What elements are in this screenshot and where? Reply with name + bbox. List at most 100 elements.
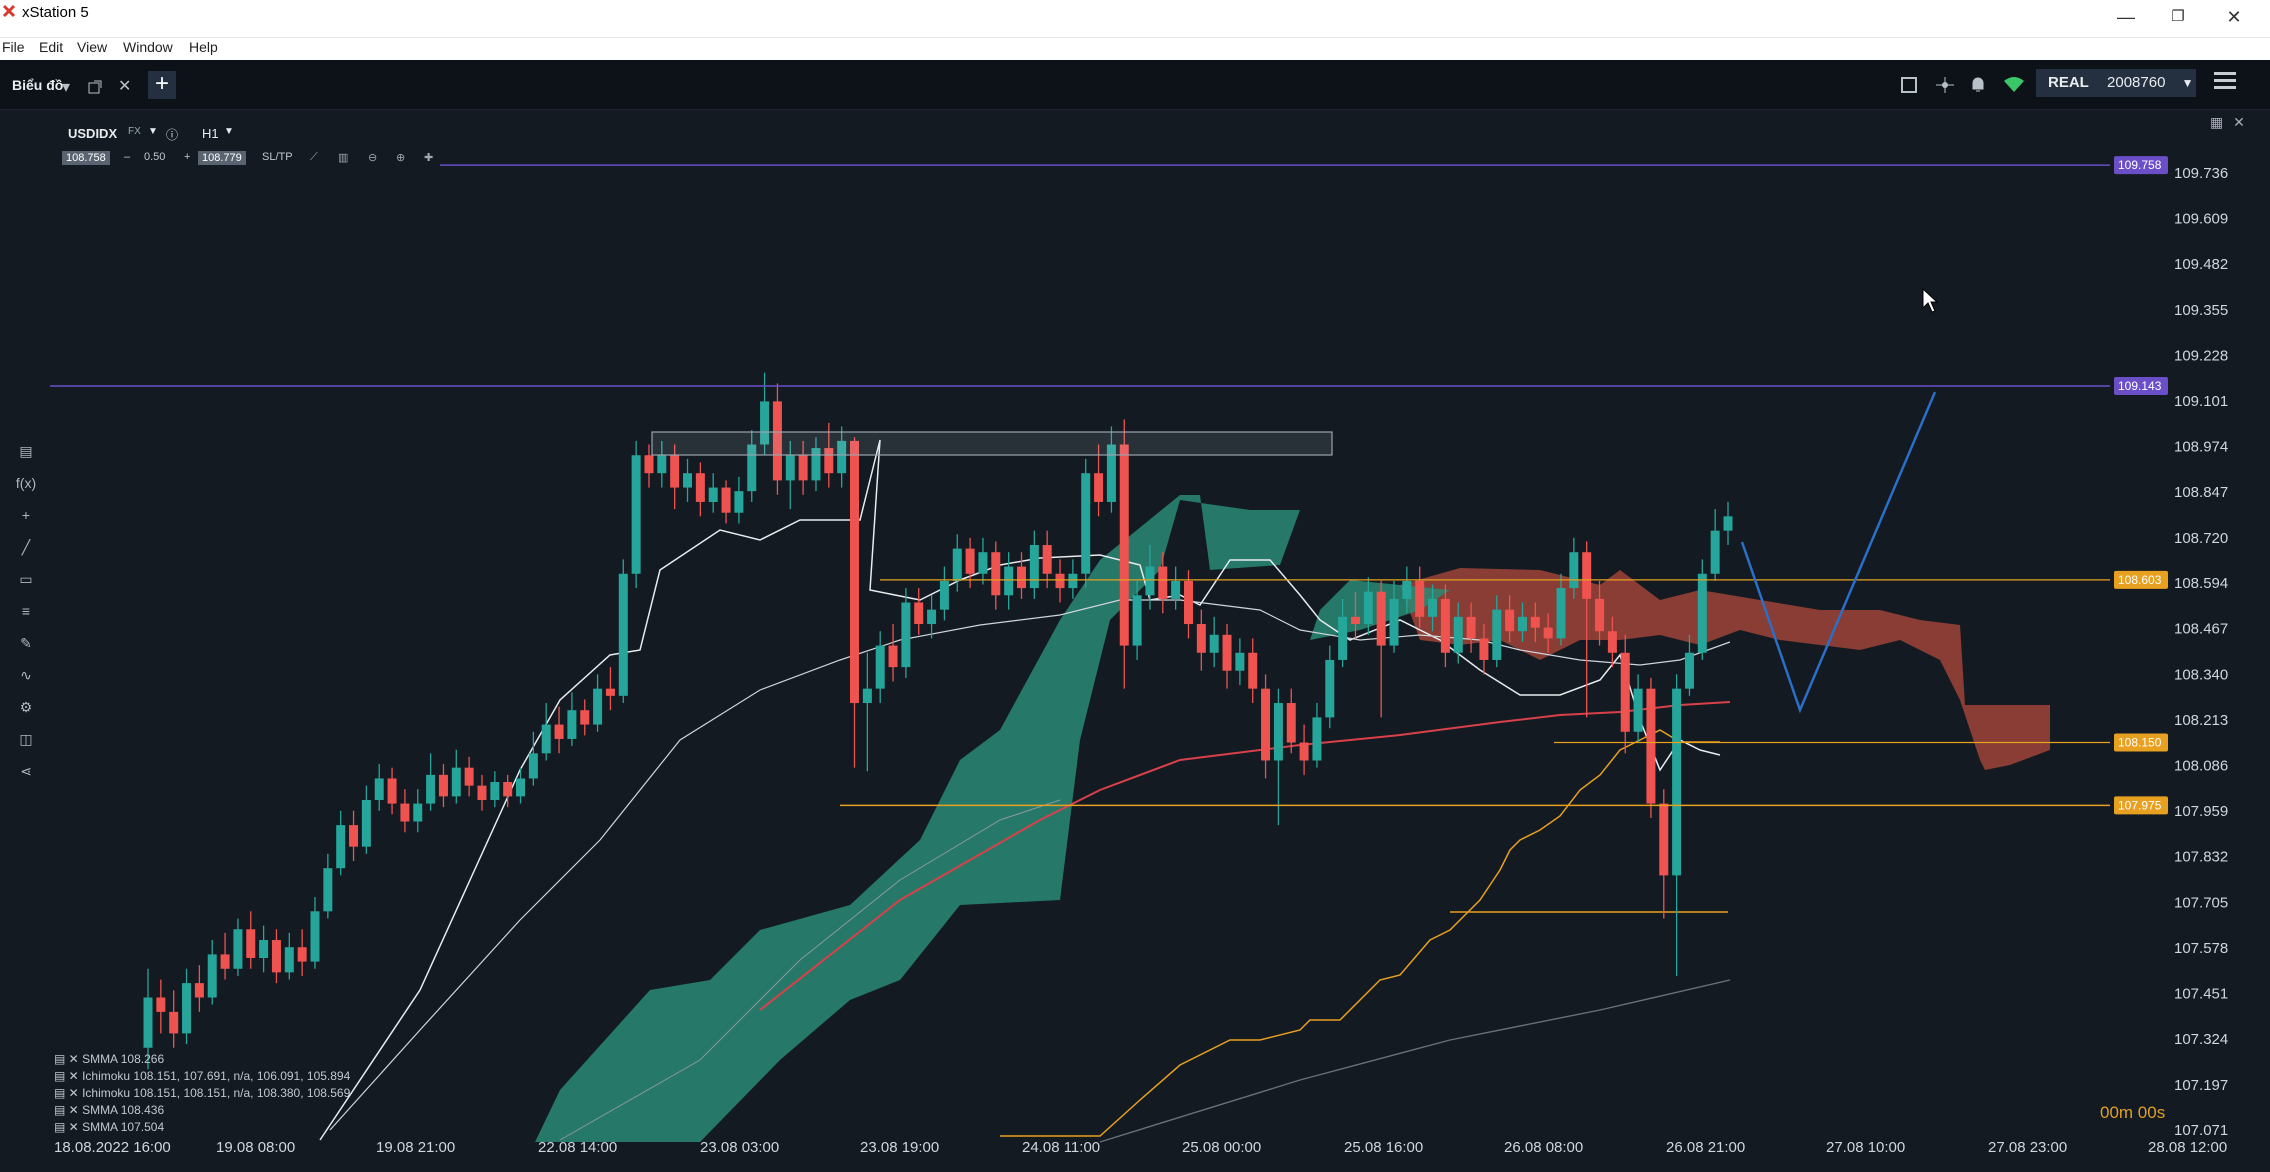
popout-icon[interactable] <box>88 80 102 94</box>
candle-body <box>1517 616 1527 632</box>
candle-body <box>426 774 436 804</box>
candle-body <box>400 803 410 822</box>
candle-body <box>143 997 153 1048</box>
candle <box>1055 559 1065 603</box>
candle-body <box>1183 580 1193 625</box>
candle-body <box>1055 573 1065 589</box>
candle-body <box>1505 609 1515 632</box>
price-tick-label: 108.086 <box>2174 758 2228 775</box>
bell-icon[interactable] <box>1970 75 1986 95</box>
price-tick-label: 107.071 <box>2174 1122 2228 1139</box>
candle <box>194 965 204 1012</box>
close-window-button[interactable]: ✕ <box>2212 2 2256 32</box>
candle-body <box>939 580 949 610</box>
candle-body <box>567 710 577 739</box>
layout-icon[interactable] <box>1900 76 1918 94</box>
network-icon[interactable] <box>1935 76 1955 94</box>
candle-body <box>182 983 192 1034</box>
candle-body <box>1543 627 1553 639</box>
candle <box>182 968 192 1045</box>
candle-body <box>1569 552 1579 589</box>
menu-view[interactable]: View <box>77 39 107 55</box>
tab-chart[interactable]: Biểu đồ <box>12 77 63 93</box>
price-tick-label: 109.101 <box>2174 393 2228 410</box>
menu-file[interactable]: File <box>2 39 25 55</box>
menu-help[interactable]: Help <box>189 39 218 55</box>
price-tick-label: 107.197 <box>2174 1077 2228 1094</box>
menu-window[interactable]: Window <box>123 39 173 55</box>
candle-body <box>271 940 281 973</box>
time-tick-label: 23.08 03:00 <box>700 1139 779 1156</box>
time-tick-label: 19.08 21:00 <box>376 1139 455 1156</box>
candle <box>1029 530 1039 599</box>
candle-body <box>490 782 500 800</box>
candle <box>284 932 294 980</box>
candle-body <box>644 455 654 474</box>
candle-body <box>1466 616 1476 639</box>
menu-icon[interactable] <box>2214 72 2236 92</box>
legend-item[interactable]: ▤ ✕ SMMA 108.266 <box>54 1052 350 1069</box>
candle-body <box>1595 598 1605 632</box>
time-tick-label: 27.08 10:00 <box>1826 1139 1905 1156</box>
candle <box>438 764 448 808</box>
chevron-down-icon[interactable]: ▾ <box>62 77 70 97</box>
candle <box>297 929 307 976</box>
candle <box>1119 419 1129 689</box>
candle <box>593 674 603 732</box>
candle <box>683 458 693 502</box>
candle <box>631 440 641 589</box>
candle <box>695 462 705 517</box>
candle-body <box>374 778 384 800</box>
candle <box>1659 789 1669 919</box>
time-tick-label: 25.08 00:00 <box>1182 1139 1261 1156</box>
candle-body <box>1530 616 1540 628</box>
candle <box>978 537 988 585</box>
menu-edit[interactable]: Edit <box>39 39 63 55</box>
candle <box>413 789 423 833</box>
candle <box>1261 674 1271 779</box>
price-tick-label: 108.847 <box>2174 484 2228 501</box>
candle <box>1222 624 1232 689</box>
candle-body <box>387 778 397 804</box>
candle <box>721 480 731 524</box>
candle-body <box>220 954 230 969</box>
main-toolbar: Biểu đồ ▾ ✕ <box>0 60 2270 110</box>
restore-button[interactable]: ❐ <box>2156 2 2200 32</box>
candle <box>207 940 217 1005</box>
candle-body <box>1132 595 1142 646</box>
legend-item[interactable]: ▤ ✕ SMMA 108.436 <box>54 1103 350 1120</box>
candle <box>426 753 436 811</box>
legend-item[interactable]: ▤ ✕ SMMA 107.504 <box>54 1120 350 1137</box>
candle-body <box>1042 545 1052 574</box>
candle-body <box>1029 545 1039 589</box>
candle <box>349 810 359 862</box>
account-type: REAL <box>2048 74 2089 91</box>
candle-body <box>1158 566 1168 599</box>
price-axis: 109.736 109.609 109.482 109.355 109.228 109.1… <box>2174 165 2228 1139</box>
add-tab-button[interactable]: + <box>148 71 176 99</box>
candle-body <box>657 455 667 474</box>
candle <box>310 896 320 969</box>
candle-body <box>1672 688 1682 876</box>
candle-body <box>1376 591 1386 646</box>
candle <box>875 631 885 704</box>
candle-body <box>1325 659 1335 718</box>
candle-body <box>785 455 795 481</box>
price-chart[interactable]: 109.758 109.143 108.603 108.150 107.975 109.… <box>0 110 2270 1172</box>
legend-item[interactable]: ▤ ✕ Ichimoku 108.151, 107.691, n/a, 106.… <box>54 1069 350 1086</box>
candle-body <box>1248 652 1258 689</box>
price-tick-label: 108.594 <box>2174 575 2228 592</box>
time-tick-label: 18.08.2022 16:00 <box>54 1139 171 1156</box>
candle-body <box>927 609 937 625</box>
minimize-button[interactable]: — <box>2104 2 2148 32</box>
price-tick-label: 108.340 <box>2174 666 2228 683</box>
xstation-logo-icon <box>2 4 16 18</box>
candle-body <box>1633 688 1643 732</box>
close-tab-icon[interactable]: ✕ <box>118 76 131 96</box>
candle <box>618 559 628 704</box>
candle-countdown: 00m 00s <box>2100 1103 2166 1122</box>
candle-body <box>862 688 872 704</box>
legend-item[interactable]: ▤ ✕ Ichimoku 108.151, 108.151, n/a, 108.… <box>54 1086 350 1103</box>
account-selector[interactable]: REAL 2008760 ▼ <box>2036 69 2196 97</box>
candle-body <box>310 911 320 962</box>
